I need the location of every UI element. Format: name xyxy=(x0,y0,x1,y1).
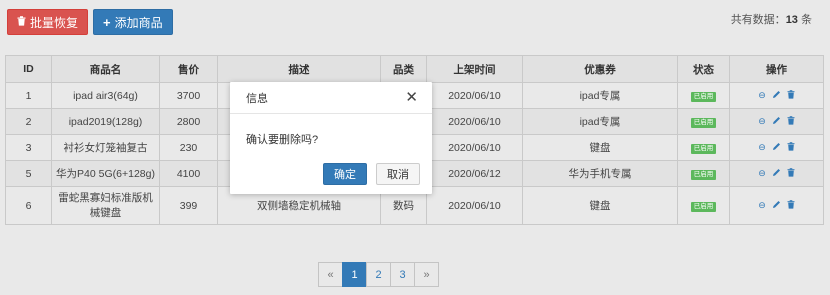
status-badge: 已启用 xyxy=(690,117,717,129)
cell-id: 1 xyxy=(5,82,52,109)
column-header-desc: 描述 xyxy=(217,55,381,83)
cancel-button[interactable]: 取消 xyxy=(376,163,420,185)
cell-name: 雷蛇黑寡妇标准版机械键盘 xyxy=(51,186,160,225)
cell-name: ipad2019(128g) xyxy=(51,108,160,135)
column-header-id: ID xyxy=(5,55,52,83)
delete-icon[interactable] xyxy=(787,90,795,101)
status-badge: 已启用 xyxy=(690,201,717,213)
edit-icon[interactable] xyxy=(772,200,781,211)
cell-coupon: ipad专属 xyxy=(522,82,678,109)
delete-icon[interactable] xyxy=(787,200,795,211)
confirm-button[interactable]: 确定 xyxy=(323,163,367,185)
cell-price: 230 xyxy=(159,134,218,161)
row-actions: ⊖ xyxy=(730,116,823,127)
cell-coupon: 键盘 xyxy=(522,134,678,161)
row-actions: ⊖ xyxy=(730,200,823,211)
cell-date: 2020/06/10 xyxy=(426,108,523,135)
status-badge: 已启用 xyxy=(690,143,717,155)
status-badge: 已启用 xyxy=(690,91,717,103)
batch-restore-label: 批量恢复 xyxy=(30,15,79,30)
cell-date: 2020/06/10 xyxy=(426,134,523,161)
cell-status: 已启用 xyxy=(677,160,730,187)
cell-name: ipad air3(64g) xyxy=(51,82,160,109)
toolbar: 批量恢复 + 添加商品 xyxy=(7,9,173,35)
column-header-status: 状态 xyxy=(677,55,730,83)
column-header-coupon: 优惠券 xyxy=(522,55,678,83)
cell-actions: ⊖ xyxy=(729,134,824,161)
record-count-label: 共有数据： xyxy=(730,14,786,26)
record-count-unit: 条 xyxy=(797,14,812,26)
cell-id: 6 xyxy=(5,186,52,225)
column-header-name: 商品名 xyxy=(51,55,160,83)
cell-date: 2020/06/12 xyxy=(426,160,523,187)
trash-icon xyxy=(17,15,26,29)
dialog-header: 信息 ✕ xyxy=(230,82,432,114)
add-product-label: 添加商品 xyxy=(114,15,163,30)
disable-icon[interactable]: ⊖ xyxy=(758,201,766,210)
edit-icon[interactable] xyxy=(772,116,781,127)
cell-actions: ⊖ xyxy=(729,108,824,135)
column-header-date: 上架时间 xyxy=(426,55,523,83)
disable-icon[interactable]: ⊖ xyxy=(758,117,766,126)
add-product-button[interactable]: + 添加商品 xyxy=(93,9,173,35)
row-actions: ⊖ xyxy=(730,168,823,179)
cell-name: 衬衫女灯笼袖复古 xyxy=(51,134,160,161)
delete-icon[interactable] xyxy=(787,168,795,179)
cell-id: 3 xyxy=(5,134,52,161)
edit-icon[interactable] xyxy=(772,90,781,101)
row-actions: ⊖ xyxy=(730,142,823,153)
cell-actions: ⊖ xyxy=(729,186,824,225)
edit-icon[interactable] xyxy=(772,168,781,179)
pagination: « 1 2 3 » xyxy=(318,262,439,287)
cell-name: 华为P40 5G(6+128g) xyxy=(51,160,160,187)
cell-status: 已启用 xyxy=(677,134,730,161)
delete-icon[interactable] xyxy=(787,116,795,127)
page-prev-button[interactable]: « xyxy=(318,262,343,287)
page-button-1[interactable]: 1 xyxy=(342,262,367,287)
cell-coupon: 键盘 xyxy=(522,186,678,225)
close-icon[interactable]: ✕ xyxy=(405,90,418,105)
cell-id: 2 xyxy=(5,108,52,135)
product-list-page: 批量恢复 + 添加商品 共有数据：13 条 ID 商品名 售价 描述 品类 上架… xyxy=(0,0,830,295)
column-header-category: 品类 xyxy=(380,55,427,83)
cell-status: 已启用 xyxy=(677,108,730,135)
plus-icon: + xyxy=(103,14,111,30)
cell-price: 399 xyxy=(159,186,218,225)
column-header-price: 售价 xyxy=(159,55,218,83)
dialog-footer: 确定 取消 xyxy=(323,163,420,185)
confirm-delete-dialog: 信息 ✕ 确认要删除吗? 确定 取消 xyxy=(230,82,432,194)
disable-icon[interactable]: ⊖ xyxy=(758,169,766,178)
edit-icon[interactable] xyxy=(772,142,781,153)
cell-id: 5 xyxy=(5,160,52,187)
cell-price: 2800 xyxy=(159,108,218,135)
record-count-value: 13 xyxy=(785,14,798,26)
status-badge: 已启用 xyxy=(690,169,717,181)
cell-name-text: 雷蛇黑寡妇标准版机械键盘 xyxy=(58,192,153,219)
page-button-3[interactable]: 3 xyxy=(390,262,415,287)
cell-status: 已启用 xyxy=(677,82,730,109)
dialog-title: 信息 xyxy=(246,92,268,105)
disable-icon[interactable]: ⊖ xyxy=(758,91,766,100)
cell-date: 2020/06/10 xyxy=(426,186,523,225)
disable-icon[interactable]: ⊖ xyxy=(758,143,766,152)
delete-icon[interactable] xyxy=(787,142,795,153)
dialog-message: 确认要删除吗? xyxy=(246,134,319,146)
batch-restore-button[interactable]: 批量恢复 xyxy=(7,9,89,35)
cell-actions: ⊖ xyxy=(729,160,824,187)
page-next-button[interactable]: » xyxy=(414,262,439,287)
cell-price: 4100 xyxy=(159,160,218,187)
page-button-2[interactable]: 2 xyxy=(366,262,391,287)
table-header-row: ID 商品名 售价 描述 品类 上架时间 优惠券 状态 操作 xyxy=(5,55,824,83)
cell-price: 3700 xyxy=(159,82,218,109)
column-header-actions: 操作 xyxy=(729,55,824,83)
cell-actions: ⊖ xyxy=(729,82,824,109)
row-actions: ⊖ xyxy=(730,90,823,101)
record-count: 共有数据：13 条 xyxy=(731,11,812,27)
cell-coupon: ipad专属 xyxy=(522,108,678,135)
cell-status: 已启用 xyxy=(677,186,730,225)
cell-date: 2020/06/10 xyxy=(426,82,523,109)
cell-coupon: 华为手机专属 xyxy=(522,160,678,187)
